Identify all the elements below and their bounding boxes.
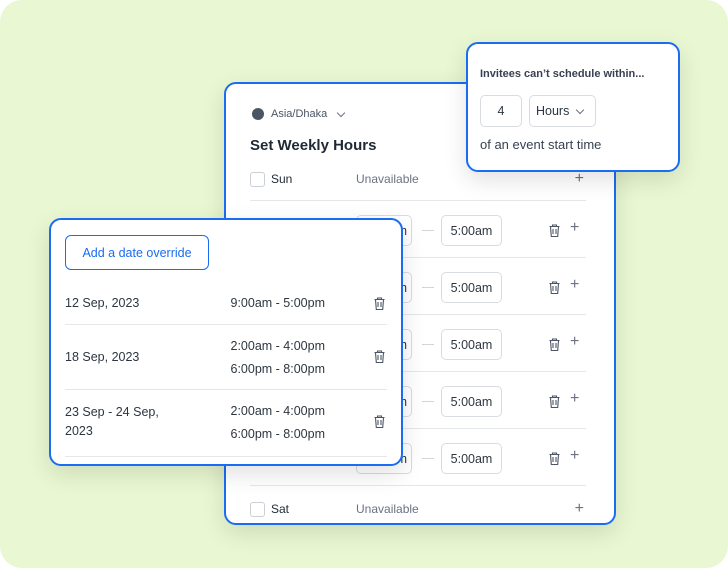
trash-icon[interactable]	[374, 350, 385, 364]
end-time-input[interactable]: 5:00am	[441, 443, 502, 474]
trash-icon[interactable]	[549, 452, 560, 466]
notice-amount-input[interactable]: 4	[480, 95, 522, 127]
date-override-card: Add a date override 12 Sep, 2023 9:00am …	[49, 218, 403, 466]
add-icon[interactable]: +	[575, 170, 584, 188]
add-icon[interactable]: +	[570, 276, 579, 294]
end-time-input[interactable]: 5:00am	[441, 386, 502, 417]
add-date-override-button[interactable]: Add a date override	[65, 235, 209, 270]
range-dash	[422, 287, 434, 288]
override-time-range: 6:00pm - 8:00pm	[230, 427, 326, 441]
chevron-down-icon	[337, 108, 346, 117]
range-dash	[422, 344, 434, 345]
notice-unit-select[interactable]: Hours	[529, 95, 596, 127]
divider	[65, 324, 387, 325]
override-date: 18 Sep, 2023	[65, 350, 140, 364]
trash-icon[interactable]	[549, 338, 560, 352]
add-icon[interactable]: +	[570, 219, 579, 237]
day-label: Sun	[271, 172, 293, 186]
override-time-range: 2:00am - 4:00pm	[230, 339, 326, 353]
range-dash	[422, 401, 434, 402]
sun-checkbox[interactable]	[250, 171, 265, 187]
override-time-range: 6:00pm - 8:00pm	[230, 362, 326, 376]
notice-title: Invitees can’t schedule within...	[480, 68, 645, 80]
divider	[250, 485, 586, 486]
override-date: 23 Sep - 24 Sep, 2023	[65, 405, 159, 438]
page-title: Set Weekly Hours	[250, 137, 377, 154]
trash-icon[interactable]	[549, 395, 560, 409]
add-icon[interactable]: +	[575, 500, 584, 518]
end-time-input[interactable]: 5:00am	[441, 272, 502, 303]
trash-icon[interactable]	[374, 297, 385, 311]
trash-icon[interactable]	[549, 281, 560, 295]
add-icon[interactable]: +	[570, 447, 579, 465]
day-row-sat: Sat Unavailable +	[250, 494, 586, 524]
scheduling-notice-card: Invitees can’t schedule within... 4 Hour…	[466, 42, 680, 172]
override-time-range: 2:00am - 4:00pm	[230, 404, 326, 418]
chevron-down-icon	[576, 105, 585, 114]
end-time-input[interactable]: 5:00am	[441, 329, 502, 360]
timezone-selector[interactable]: Asia/Dhaka	[252, 108, 346, 120]
range-dash	[422, 458, 434, 459]
sat-checkbox[interactable]	[250, 501, 265, 517]
notice-suffix: of an event start time	[480, 137, 602, 152]
status-label: Unavailable	[356, 172, 419, 186]
override-times: 2:00am - 4:00pm 6:00pm - 8:00pm	[231, 400, 326, 446]
globe-icon	[252, 108, 264, 120]
divider	[65, 456, 387, 457]
range-dash	[422, 230, 434, 231]
day-label: Sat	[271, 502, 290, 516]
end-time-input[interactable]: 5:00am	[441, 215, 502, 246]
status-label: Unavailable	[356, 502, 419, 516]
unit-label: Hours	[536, 104, 570, 118]
override-times: 2:00am - 4:00pm 6:00pm - 8:00pm	[231, 335, 326, 381]
override-date: 12 Sep, 2023	[65, 296, 140, 310]
divider	[250, 200, 586, 201]
trash-icon[interactable]	[374, 415, 385, 429]
timezone-label: Asia/Dhaka	[271, 108, 328, 120]
trash-icon[interactable]	[549, 224, 560, 238]
add-icon[interactable]: +	[570, 390, 579, 408]
add-icon[interactable]: +	[570, 333, 579, 351]
override-time-range: 9:00am - 5:00pm	[230, 296, 326, 310]
divider	[65, 389, 387, 390]
override-times: 9:00am - 5:00pm	[231, 292, 326, 315]
